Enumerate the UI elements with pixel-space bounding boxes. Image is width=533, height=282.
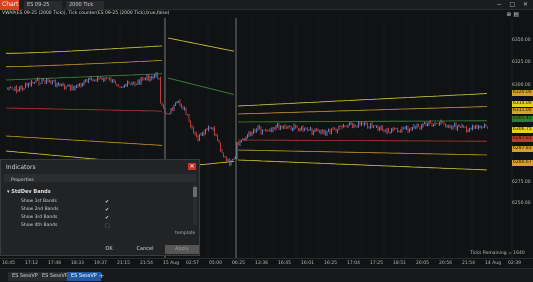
x-tick-label: 15 Aug [163,261,179,266]
collapse-icon[interactable]: ▾ [7,189,10,195]
indicators-dialog: Indicators ✕ Properties ▾ StdDev Bands S… [0,159,200,256]
x-tick-label: 18:33 [71,261,84,266]
price-tag-7: 6280.67 [512,160,533,166]
row-label: Show 3rd Bands [21,215,58,220]
x-tick-label: 02:39 [508,261,521,266]
upper-band-3 [5,45,163,54]
price-tag-4: 6306.75 [512,127,533,133]
x-tick-label: 17:48 [48,261,61,266]
ticks-remaining: Ticks Remaining = 1640 [470,251,525,256]
lower-band-2 [5,135,163,146]
show-3rd-bands-row[interactable]: Show 3rd Bands ✔ [21,215,111,223]
chart-tab[interactable]: Chart [0,0,19,10]
show-3rd-bands-checkbox[interactable]: ✔ [105,215,109,221]
ok-button[interactable]: OK [97,245,121,254]
properties-label: Properties [11,178,34,183]
x-tick-label: 17:12 [25,261,38,266]
template-link[interactable]: template [175,231,195,236]
add-tab-button[interactable]: + [97,272,106,281]
x-tick-label: 05:00 [209,261,222,266]
x-tick-label: 16:25 [324,261,337,266]
session2-upper-band-3 [237,93,488,107]
y-label-1: 6325.00 [512,60,531,65]
section-label: StdDev Bands [11,189,51,195]
dialog-title: Indicators [6,164,36,171]
y-label-2: 6300.00 [512,83,531,88]
x-tick-label: 16:01 [301,261,314,266]
x-tick-label: 21:54 [462,261,475,266]
session2-upper-band-1 [238,120,487,123]
x-tick-label: 18:51 [393,261,406,266]
indicator-label: VWAP(ES 09-25 (2000 Tick)), Tick counter… [2,11,170,16]
tab-es-sessvp-1[interactable]: ES SessVP [8,272,42,281]
candles [7,72,488,166]
time-axis: 16:45 17:12 17:48 18:33 19:37 21:15 21:54 15 Au… [0,258,533,268]
show-2nd-bands-checkbox[interactable]: ✔ [105,207,109,213]
session2-lower-band-2 [237,149,488,156]
x-tick-label: 20:05 [416,261,429,266]
row-label: Show 4th Bands [21,223,58,228]
session2-vwap-line [238,139,487,142]
title-bar: Chart ES 09-25 2000 Tick − □ ✕ [0,0,533,10]
x-tick-label: 19:37 [94,261,107,266]
instrument-selector[interactable]: ES 09-25 [24,1,62,9]
y-label-3: 6275.00 [512,180,531,185]
upper-band-2 [6,60,163,68]
stddev-bands [5,37,488,171]
toolbar-icons[interactable]: ⊕ ▤ [506,11,519,18]
show-1st-bands-row[interactable]: Show 1st Bands ✔ [21,199,111,207]
x-tick-label: 16:45 [278,261,291,266]
x-tick-label: 20:56 [439,261,452,266]
chart-toolbar: VWAP(ES 09-25 (2000 Tick)), Tick counter… [0,10,533,18]
x-tick-label: 13:36 [255,261,268,266]
price-tag-3: 6301.42 [512,116,533,122]
show-2nd-bands-row[interactable]: Show 2nd Bands ✔ [21,207,111,215]
cancel-button[interactable]: Cancel [129,245,161,254]
price-tag-5: 6287.81 [512,136,533,142]
session2-lower-band-3 [237,159,488,171]
show-4th-bands-checkbox[interactable]: □ [105,223,110,229]
price-tag-2: 6311.00 [512,108,533,114]
vwap-line [5,107,162,112]
x-tick-label: 21:54 [140,261,153,266]
interval-selector[interactable]: 2000 Tick [66,1,104,9]
apply-button[interactable]: Apply [165,245,199,254]
price-tag-6: 6287.83 [512,146,533,152]
price-tag-1: 6314.00 [512,101,533,107]
bottom-tab-bar: ES SessVP ES SessVP ES SessVP + [0,268,533,282]
price-tag-0: 6320.00 [512,90,533,96]
x-tick-label: 16:45 [2,261,15,266]
show-1st-bands-checkbox[interactable]: ✔ [105,199,109,205]
x-tick-label: 14 Aug [485,261,501,266]
close-icon[interactable]: ✕ [188,163,196,170]
y-label-0: 6350.00 [512,38,531,43]
overnight-upper-band [167,37,235,52]
row-label: Show 1st Bands [21,199,57,204]
x-tick-label: 21:15 [117,261,130,266]
properties-scrollbar[interactable] [193,185,197,225]
show-4th-bands-row[interactable]: Show 4th Bands □ [21,223,111,231]
window-controls[interactable]: − □ ✕ [496,1,531,8]
row-label: Show 2nd Bands [21,207,59,212]
overnight-mid-band [167,77,235,95]
x-tick-label: 06:25 [232,261,245,266]
tab-es-sessvp-3[interactable]: ES SessVP [67,272,101,281]
x-tick-label: 17:04 [347,261,360,266]
session2-upper-band-2 [237,106,488,115]
upper-band-1 [5,73,163,81]
x-tick-label: 02:57 [186,261,199,266]
stddev-bands-section[interactable]: ▾ StdDev Bands [7,189,51,195]
scrollbar-thumb[interactable] [193,187,197,197]
x-tick-label: 17:25 [370,261,383,266]
y-label-4: 6250.00 [512,201,531,206]
